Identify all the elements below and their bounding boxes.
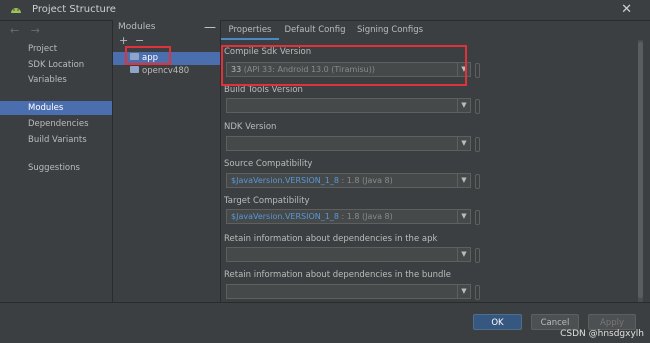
android-icon (11, 8, 21, 13)
target-compat-label: Target Compatibility (224, 196, 310, 206)
target-compat-hint: : 1.8 (Java 8) (338, 212, 393, 221)
chevron-down-icon[interactable]: ▼ (457, 174, 470, 187)
tab-default-config[interactable]: Default Config (281, 20, 349, 40)
highlight-box (221, 45, 467, 86)
chevron-down-icon[interactable]: ▼ (457, 137, 470, 150)
window-title: Project Structure (32, 4, 116, 15)
build-tools-label: Build Tools Version (224, 85, 303, 95)
source-compat-value: $JavaVersion.VERSION_1_8 (231, 176, 339, 185)
edit-button[interactable] (475, 63, 480, 78)
edit-button[interactable] (475, 99, 480, 114)
highlight-box (125, 46, 171, 65)
edit-button[interactable] (475, 248, 480, 263)
chevron-down-icon[interactable]: ▼ (457, 210, 470, 223)
deps-bundle-combo[interactable]: ▼ (226, 284, 471, 299)
nav-item-modules[interactable]: Modules (0, 101, 112, 115)
nav-item-dependencies[interactable]: Dependencies (0, 117, 112, 131)
target-compat-combo[interactable]: $JavaVersion.VERSION_1_8 : 1.8 (Java 8) … (226, 209, 471, 224)
tab-signing-configs[interactable]: Signing Configs (353, 20, 427, 40)
tab-properties[interactable]: Properties (221, 20, 279, 40)
module-name: opencv480 (142, 66, 190, 76)
title-bar: Project Structure ✕ (0, 0, 650, 21)
deps-bundle-label: Retain information about dependencies in… (224, 270, 452, 280)
chevron-down-icon[interactable]: ▼ (457, 285, 470, 298)
module-item-opencv480[interactable]: opencv480 (113, 65, 220, 78)
ok-button[interactable]: OK (473, 314, 522, 330)
ndk-combo[interactable]: ▼ (226, 136, 471, 151)
nav-item-variables[interactable]: Variables (0, 73, 112, 87)
cancel-button[interactable]: Cancel (531, 314, 579, 330)
edit-button[interactable] (475, 285, 480, 300)
module-folder-icon (130, 66, 139, 73)
tab-bar: Properties Default Config Signing Config… (221, 20, 636, 40)
back-forward-icon[interactable]: ← → (10, 24, 44, 37)
nav-item-sdk-location[interactable]: SDK Location (0, 58, 112, 72)
target-compat-value: $JavaVersion.VERSION_1_8 (231, 212, 339, 221)
modules-header: Modules (118, 22, 156, 32)
nav-item-suggestions[interactable]: Suggestions (0, 161, 112, 175)
deps-apk-combo[interactable]: ▼ (226, 247, 471, 262)
ndk-label: NDK Version (224, 122, 277, 132)
source-compat-hint: : 1.8 (Java 8) (338, 176, 393, 185)
apply-button[interactable]: Apply (588, 314, 636, 330)
edit-button[interactable] (475, 210, 480, 225)
nav-item-project[interactable]: Project (0, 42, 112, 56)
watermark: CSDN @hnsdgxylh (560, 329, 644, 339)
edit-button[interactable] (475, 137, 480, 152)
build-tools-combo[interactable]: ▼ (226, 98, 471, 113)
close-icon[interactable]: ✕ (621, 2, 632, 17)
edit-button[interactable] (475, 174, 480, 189)
deps-apk-label: Retain information about dependencies in… (224, 234, 438, 244)
nav-item-build-variants[interactable]: Build Variants (0, 133, 112, 147)
chevron-down-icon[interactable]: ▼ (457, 248, 470, 261)
source-compat-combo[interactable]: $JavaVersion.VERSION_1_8 : 1.8 (Java 8) … (226, 173, 471, 188)
chevron-down-icon[interactable]: ▼ (457, 99, 470, 112)
collapse-icon[interactable]: — (204, 20, 216, 34)
scrollbar-thumb[interactable] (638, 42, 643, 298)
source-compat-label: Source Compatibility (224, 159, 313, 169)
dialog-footer: OK Cancel Apply CSDN @hnsdgxylh (0, 302, 650, 343)
